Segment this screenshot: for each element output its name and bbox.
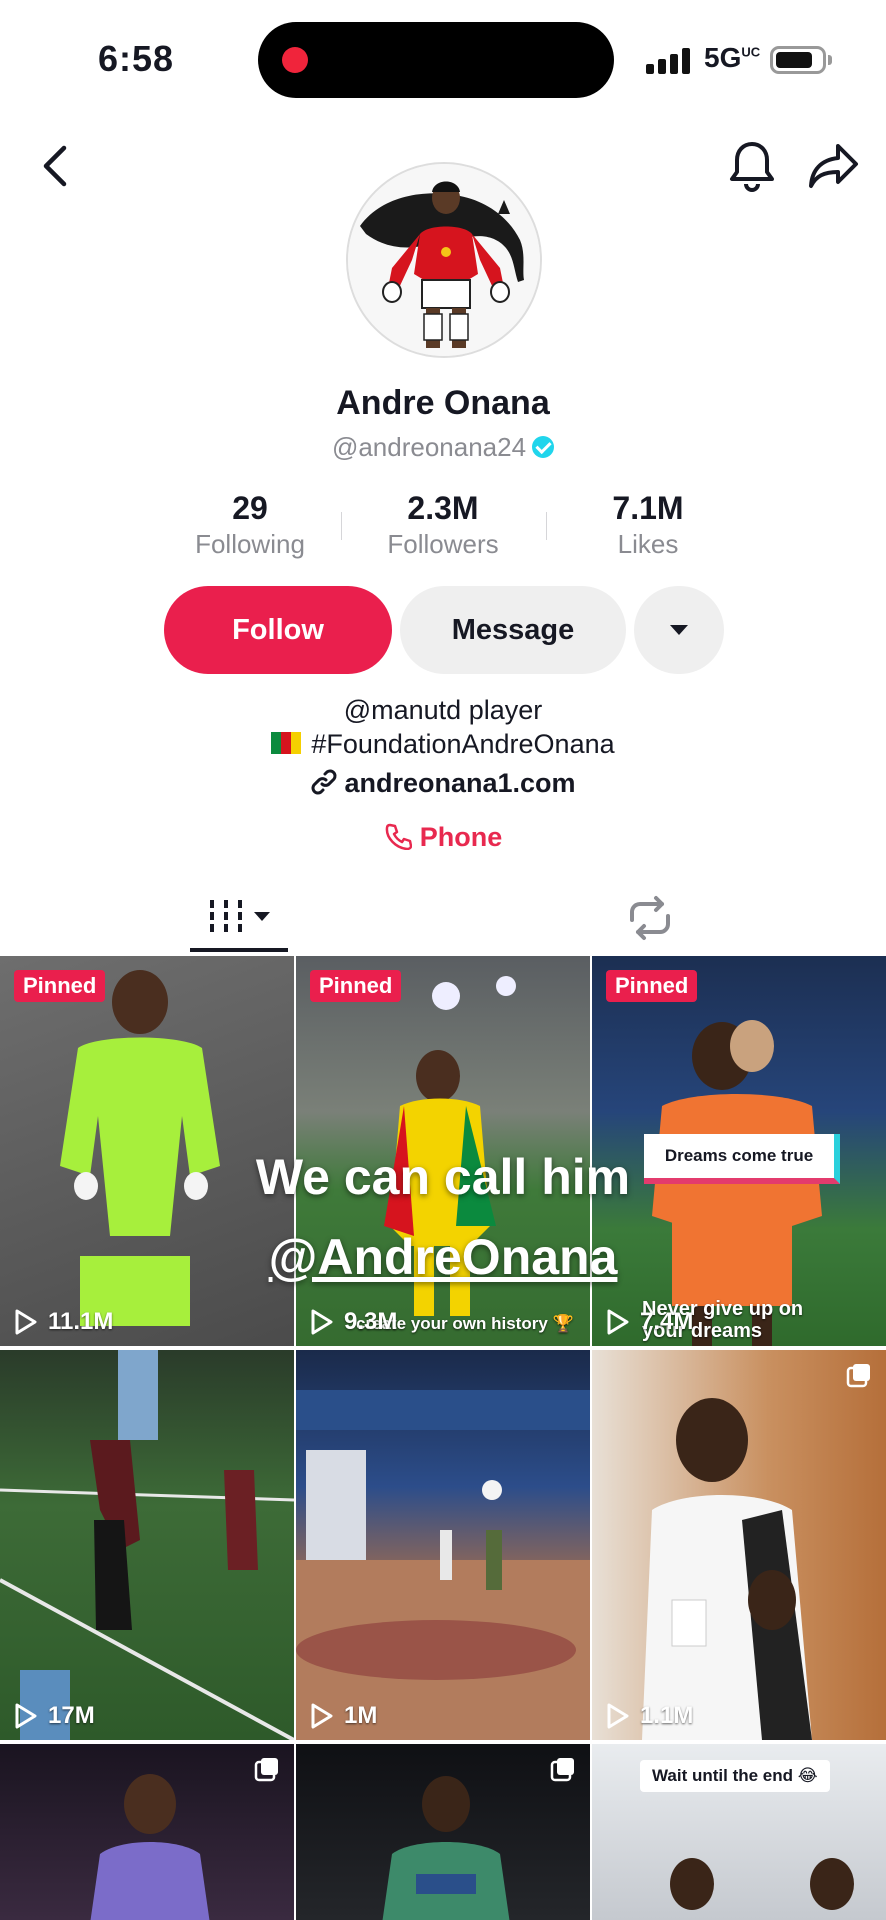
video-thumbnail xyxy=(296,1390,590,1740)
avatar-illustration xyxy=(348,164,540,356)
verified-icon xyxy=(532,436,555,459)
profile-handle-row: @andreonana24 xyxy=(0,432,886,463)
video-thumbnail xyxy=(0,1350,294,1740)
follow-button[interactable]: Follow xyxy=(164,586,392,674)
link-icon xyxy=(311,769,337,795)
stat-followers[interactable]: 2.3M Followers xyxy=(353,490,533,560)
avatar[interactable] xyxy=(346,162,542,358)
pinned-badge: Pinned xyxy=(310,970,402,1002)
bio-line-2: #FoundationAndreOnana xyxy=(0,729,886,760)
signal-icon xyxy=(646,48,692,74)
play-icon xyxy=(607,1703,629,1729)
status-time: 6:58 xyxy=(98,38,175,79)
video-thumbnail xyxy=(90,1774,210,1920)
stat-label: Likes xyxy=(617,529,679,559)
dynamic-island xyxy=(258,22,614,98)
video-thumbnail xyxy=(382,1776,510,1920)
view-count: 7.4M xyxy=(606,1308,693,1336)
video-tile[interactable]: 17M xyxy=(0,1350,294,1740)
video-tile[interactable] xyxy=(0,1744,294,1920)
cameroon-flag-icon xyxy=(271,731,302,754)
back-arrow-icon[interactable] xyxy=(36,140,76,192)
stat-label: Following xyxy=(195,529,305,559)
phone-label: Phone xyxy=(419,822,503,852)
phone-link[interactable]: Phone xyxy=(0,822,886,853)
stat-following[interactable]: 29 Following xyxy=(160,490,340,560)
divider xyxy=(341,512,342,540)
recording-indicator-icon xyxy=(282,47,308,73)
bio-link[interactable]: andreonana1.com xyxy=(0,768,886,799)
video-tile[interactable] xyxy=(296,1744,590,1920)
view-count: 9.3M xyxy=(310,1308,397,1336)
view-count: 1.1M xyxy=(606,1702,693,1730)
network-indicator: 5GUC xyxy=(704,42,761,73)
profile-name: Andre Onana xyxy=(336,384,550,422)
video-tile[interactable]: 1M xyxy=(296,1350,590,1740)
suggested-accounts-button[interactable] xyxy=(634,586,724,674)
play-icon xyxy=(15,1703,37,1729)
profile-stats: 29 Following 2.3M Followers 7.1M Likes xyxy=(160,490,726,564)
play-icon xyxy=(15,1309,37,1335)
profile-tabs xyxy=(0,880,886,956)
video-text-box: Dreams come true xyxy=(644,1134,840,1184)
bell-icon[interactable] xyxy=(726,138,778,194)
bio-hashtag[interactable]: #FoundationAndreOnana xyxy=(311,729,614,759)
repost-icon[interactable] xyxy=(620,880,680,956)
divider xyxy=(546,512,547,540)
video-tile[interactable]: 1.1M xyxy=(592,1350,886,1740)
multi-photo-icon xyxy=(550,1758,574,1782)
view-count: 11.1M xyxy=(14,1308,113,1336)
play-icon xyxy=(607,1309,629,1335)
multi-photo-icon xyxy=(846,1364,870,1388)
video-overlay-mention[interactable]: @AndreOnana xyxy=(0,1228,886,1286)
video-text-box: Wait until the end 😂 xyxy=(640,1760,830,1792)
play-icon xyxy=(311,1309,333,1335)
phone-icon xyxy=(385,823,412,851)
video-thumbnail xyxy=(642,1398,812,1740)
videos-grid-icon[interactable] xyxy=(190,880,288,956)
view-count: 17M xyxy=(14,1702,95,1730)
stat-value: 7.1M xyxy=(612,490,684,526)
play-icon xyxy=(311,1703,333,1729)
profile-handle: @andreonana24 xyxy=(331,432,527,462)
pinned-badge: Pinned xyxy=(606,970,698,1002)
stat-value: 2.3M xyxy=(407,490,479,526)
status-bar: 6:58 5GUC xyxy=(0,0,886,120)
caret-down-icon xyxy=(670,625,688,635)
stat-likes[interactable]: 7.1M Likes xyxy=(558,490,738,560)
active-tab-indicator xyxy=(190,948,288,952)
share-icon[interactable] xyxy=(806,138,862,194)
pinned-badge: Pinned xyxy=(14,970,106,1002)
view-count: 1M xyxy=(310,1702,377,1730)
bio-link-text: andreonana1.com xyxy=(344,768,576,798)
stat-value: 29 xyxy=(232,490,268,526)
multi-photo-icon xyxy=(254,1758,278,1782)
message-button[interactable]: Message xyxy=(400,586,626,674)
bio-line-1: @manutd player xyxy=(343,695,543,725)
battery-icon xyxy=(770,46,826,74)
stat-label: Followers xyxy=(387,529,499,559)
